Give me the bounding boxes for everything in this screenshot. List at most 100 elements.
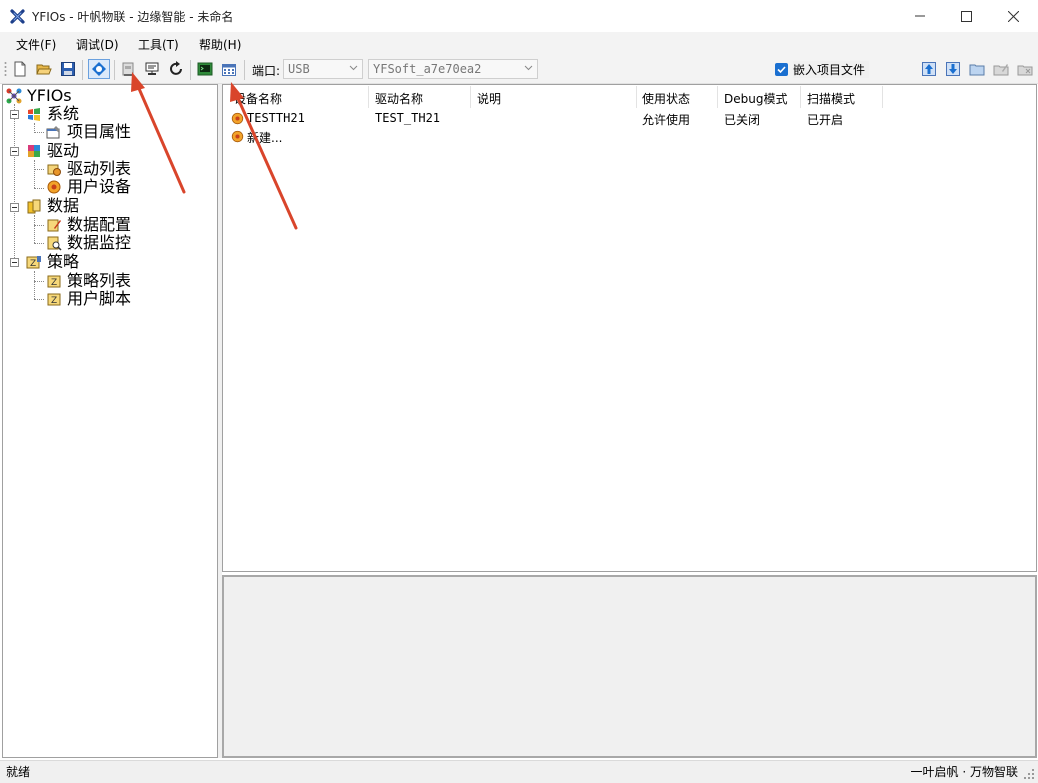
tree-item-strategy-list[interactable]: 策略列表 (67, 272, 131, 290)
edit-folder-icon (993, 64, 1009, 76)
upload-button[interactable] (920, 60, 938, 78)
resize-grip-icon[interactable] (1023, 768, 1035, 780)
tree-line (34, 132, 44, 133)
windows-logo-icon (28, 108, 40, 121)
driver-name-cell: TEST_TH21 (375, 111, 441, 125)
new-device-icon (231, 130, 244, 143)
open-folder-button[interactable] (35, 60, 53, 78)
menu-help[interactable]: 帮助(H) (199, 36, 241, 53)
tree-expander[interactable] (10, 110, 19, 119)
chevron-down-icon (524, 65, 533, 71)
tree-item-data-monitor[interactable]: 数据监控 (67, 234, 131, 252)
strategy-list-icon: Z (47, 275, 61, 288)
column-header-debug-mode[interactable]: Debug模式 (724, 90, 787, 107)
refresh-button[interactable] (167, 60, 185, 78)
column-header-driver-name[interactable]: 驱动名称 (375, 90, 423, 107)
menu-file[interactable]: 文件(F) (16, 36, 56, 53)
column-separator[interactable] (882, 86, 883, 108)
device-value: YFSoft_a7e70ea2 (373, 62, 482, 76)
new-file-button[interactable] (11, 60, 29, 78)
upload-icon (922, 62, 936, 76)
minimize-icon (915, 15, 925, 17)
driver-icon (28, 145, 40, 157)
debug-mode-cell: 已关闭 (724, 113, 761, 127)
app-logo-icon (10, 9, 25, 24)
column-header-description[interactable]: 说明 (477, 90, 501, 107)
column-separator[interactable] (800, 86, 801, 108)
toolbar-separator (190, 60, 191, 80)
minimize-button[interactable] (897, 0, 943, 32)
tree-expander[interactable] (10, 203, 19, 212)
calendar-button[interactable] (220, 60, 238, 78)
status-text: 就绪 (6, 765, 31, 779)
column-separator[interactable] (368, 86, 369, 108)
tree-expander[interactable] (10, 258, 19, 267)
port-value: USB (288, 62, 310, 76)
table-row[interactable] (224, 110, 1034, 128)
download-icon (946, 62, 960, 76)
toolbar-separator (82, 60, 83, 80)
maximize-icon (960, 10, 972, 22)
tree-item-system[interactable]: 系统 (47, 105, 79, 123)
device-list (222, 84, 1037, 572)
maximize-button[interactable] (943, 0, 989, 32)
menu-debug[interactable]: 调试(D) (76, 36, 119, 53)
column-separator[interactable] (636, 86, 637, 108)
tree-item-user-devices[interactable]: 用户设备 (67, 178, 131, 196)
close-button[interactable] (990, 0, 1036, 32)
output-panel (222, 575, 1037, 758)
tree-line (34, 188, 44, 189)
tree-item-data[interactable]: 数据 (47, 197, 79, 215)
svg-text:Z: Z (51, 296, 57, 306)
window-title: YFIOs - 叶帆物联 - 边缘智能 - 未命名 (32, 10, 234, 24)
tree-line (34, 169, 44, 170)
scan-mode-cell: 已开启 (807, 113, 844, 127)
data-monitor-icon (47, 236, 62, 251)
delete-folder-button[interactable] (1016, 60, 1034, 78)
port-label: 端口: (252, 64, 281, 78)
terminal-button[interactable] (196, 60, 214, 78)
column-separator[interactable] (717, 86, 718, 108)
status-slogan: 一叶启帆 · 万物智联 (910, 765, 1018, 779)
tree-line (34, 243, 44, 244)
tree-item-project-properties[interactable]: 项目属性 (67, 123, 131, 141)
folder-button[interactable] (968, 60, 986, 78)
port-select[interactable]: USB (283, 59, 363, 79)
tree-item-driver[interactable]: 驱动 (47, 142, 79, 160)
column-separator[interactable] (470, 86, 471, 108)
tree-item-user-script[interactable]: 用户脚本 (67, 290, 131, 308)
tree-item-data-config[interactable]: 数据配置 (67, 216, 131, 234)
download-button[interactable] (944, 60, 962, 78)
save-button[interactable] (59, 60, 77, 78)
chevron-down-icon (349, 65, 358, 71)
tree-item-strategy[interactable]: 策略 (47, 253, 79, 271)
menu-tools[interactable]: 工具(T) (138, 36, 179, 53)
tree-line (34, 281, 44, 282)
tree-expander[interactable] (10, 147, 19, 156)
svg-text:Z: Z (51, 278, 57, 288)
terminal-icon (197, 62, 213, 76)
device-icon (231, 112, 244, 125)
device-select[interactable]: YFSoft_a7e70ea2 (368, 59, 538, 79)
deploy-device-button[interactable] (119, 60, 137, 78)
tree-root[interactable]: YFIOs (27, 87, 72, 105)
edit-folder-button[interactable] (992, 60, 1010, 78)
connect-icon (92, 62, 106, 76)
svg-text:Z: Z (30, 259, 36, 269)
open-folder-icon (36, 64, 52, 75)
column-header-scan-mode[interactable]: 扫描模式 (807, 90, 855, 107)
monitor-icon (145, 62, 159, 75)
connect-button[interactable] (88, 59, 110, 79)
column-header-status[interactable]: 使用状态 (642, 90, 690, 107)
device-icon (122, 62, 134, 76)
monitor-button[interactable] (143, 60, 161, 78)
toolbar-grip (4, 62, 7, 76)
table-row-new[interactable] (224, 128, 1034, 146)
tree-item-driver-list[interactable]: 驱动列表 (67, 160, 131, 178)
network-icon (6, 88, 22, 104)
delete-folder-icon (1017, 65, 1033, 76)
embed-project-checkbox[interactable] (775, 63, 788, 76)
tree-line (34, 160, 35, 188)
column-header-device-name[interactable]: 设备名称 (234, 90, 282, 107)
tree-line (34, 215, 35, 243)
